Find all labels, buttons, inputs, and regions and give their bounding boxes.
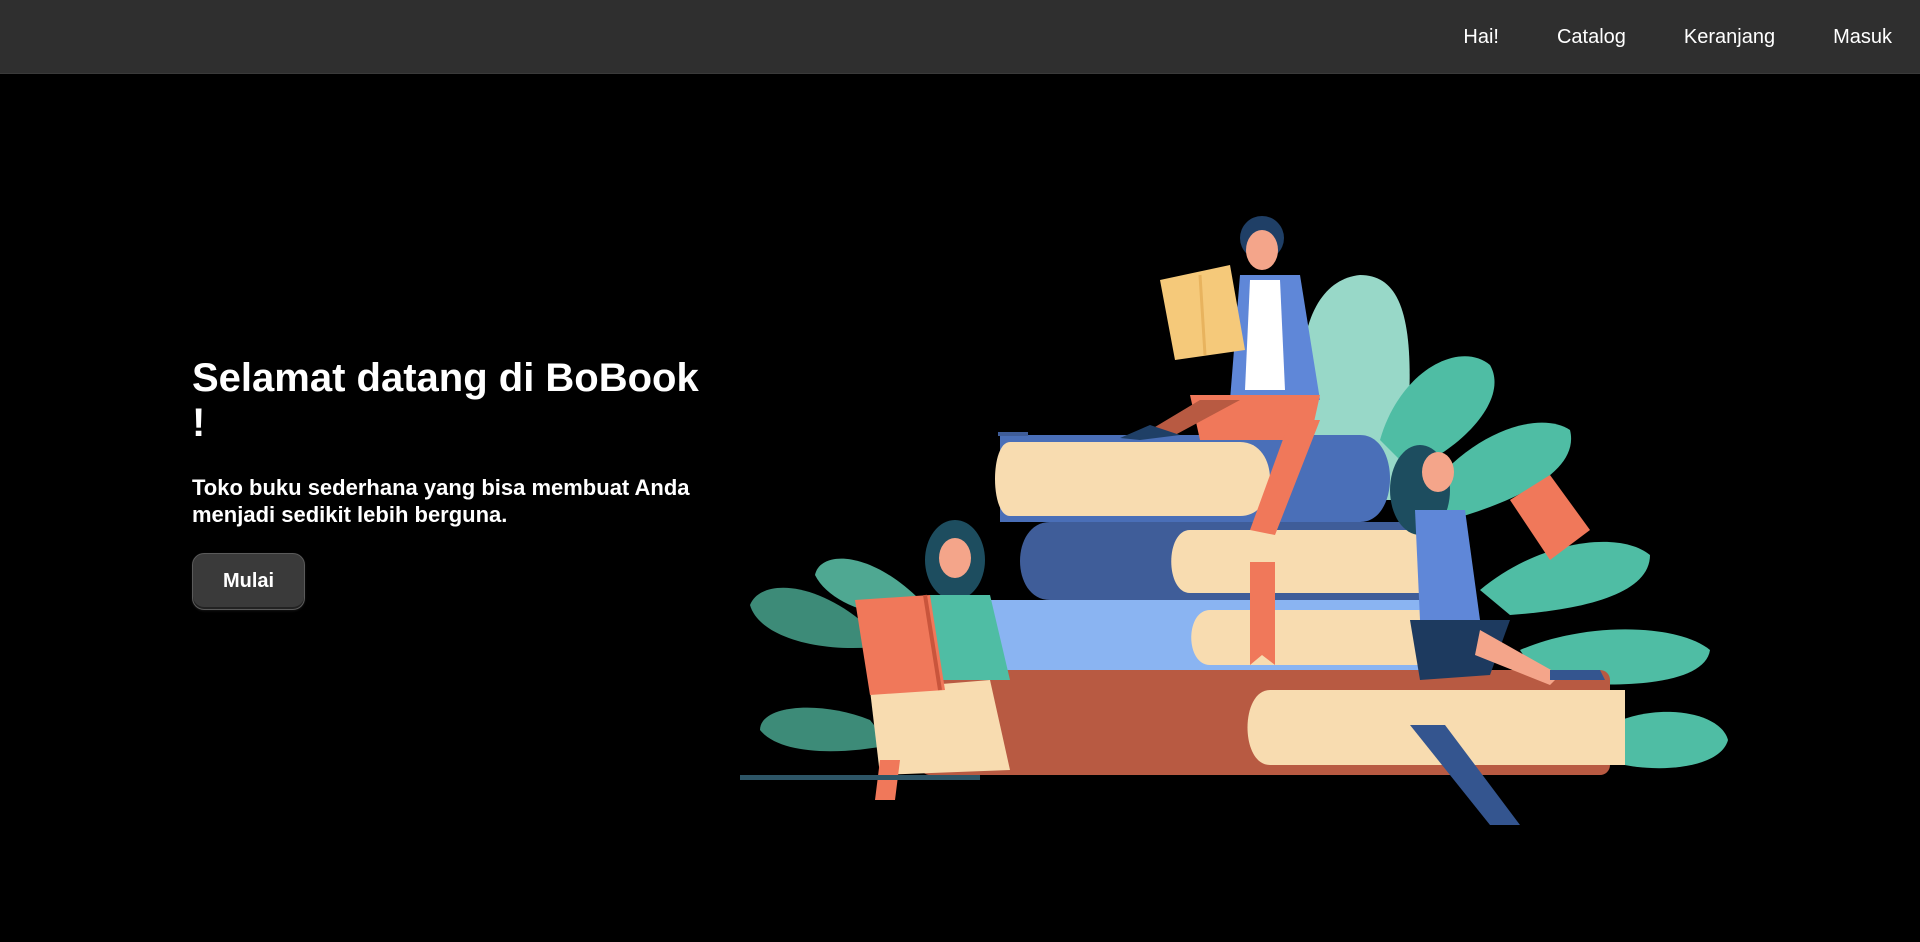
nav-link-keranjang[interactable]: Keranjang	[1684, 26, 1775, 49]
hero-section: Selamat datang di BoBook ! Toko buku sed…	[192, 356, 712, 610]
nav-link-catalog[interactable]: Catalog	[1557, 26, 1626, 49]
main-nav: Hai! Catalog Keranjang Masuk	[1463, 0, 1892, 74]
hero-subtitle: Toko buku sederhana yang bisa membuat An…	[192, 475, 690, 527]
hero-title: Selamat datang di BoBook !	[192, 356, 699, 445]
person-left-reading	[740, 520, 1010, 800]
people-reading-on-books-illustration	[740, 216, 1728, 825]
top-navbar: Hai! Catalog Keranjang Masuk	[0, 0, 1920, 74]
start-button[interactable]: Mulai	[192, 553, 305, 610]
nav-link-masuk[interactable]: Masuk	[1833, 26, 1892, 49]
nav-link-hai[interactable]: Hai!	[1463, 26, 1499, 49]
